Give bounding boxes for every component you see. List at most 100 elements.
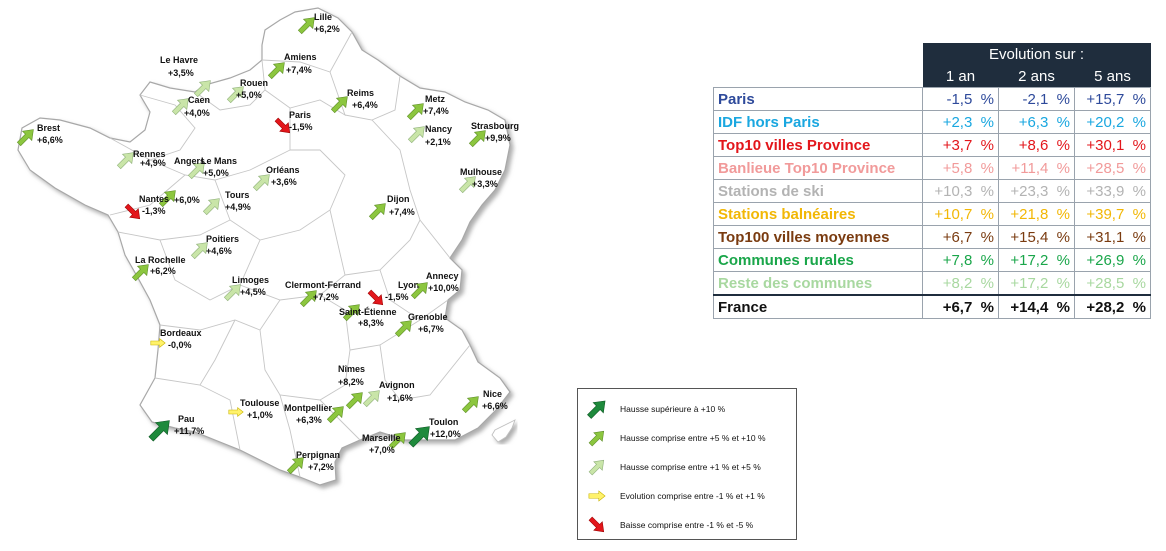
city-name-toulouse: Toulouse	[240, 398, 279, 408]
cell-stations-balneaires-5-ans: +39,7 %	[1074, 202, 1151, 226]
cell-paris-2-ans: -2,1 %	[998, 87, 1075, 111]
city-name-angers: Angers	[174, 156, 205, 166]
cell-communes-rurales-1-an: +7,8 %	[922, 248, 999, 272]
table-row: Paris -1,5 % -2,1 % +15,7 %	[713, 87, 1151, 111]
col-header-2-ans: 2 ans	[998, 65, 1075, 88]
row-label-top100-villes-moyennes: Top100 villes moyennes	[713, 225, 923, 249]
row-label-banlieue-top10-province: Banlieue Top10 Province	[713, 156, 923, 180]
city-name-montpellier: Montpellier	[284, 403, 332, 413]
city-name-bordeaux: Bordeaux	[160, 328, 202, 338]
cell-top100-villes-moyennes-1-an: +6,7 %	[922, 225, 999, 249]
cell-stations-de-ski-5-ans: +33,9 %	[1074, 179, 1151, 203]
city-name-nimes: Nîmes	[338, 364, 365, 374]
row-label-top10-villes-province: Top10 villes Province	[713, 133, 923, 157]
city-name-annecy: Annecy	[426, 271, 459, 281]
city-value-annecy: +10,0%	[428, 283, 459, 293]
col-header-5-ans: 5 ans	[1074, 65, 1151, 88]
city-value-nimes: +8,2%	[338, 377, 364, 387]
city-name-poitiers: Poitiers	[206, 234, 239, 244]
city-value-marseille: +7,0%	[369, 445, 395, 455]
cell-stations-de-ski-1-an: +10,3 %	[922, 179, 999, 203]
header-empty-cell	[714, 43, 923, 65]
city-value-nantes: -1,3%	[142, 206, 166, 216]
city-name-nantes: Nantes	[139, 194, 169, 204]
cell-communes-rurales-5-ans: +26,9 %	[1074, 248, 1151, 272]
city-name-toulon: Toulon	[429, 417, 458, 427]
cell-top100-villes-moyennes-2-ans: +15,4 %	[998, 225, 1075, 249]
city-value-metz: +7,4%	[423, 106, 449, 116]
city-value-nancy: +2,1%	[425, 137, 451, 147]
cell-top10-villes-province-5-ans: +30,1 %	[1074, 133, 1151, 157]
cell-france-5-ans: +28,2 %	[1074, 294, 1151, 319]
city-value-reims: +6,4%	[352, 100, 378, 110]
cell-idf-hors-paris-2-ans: +6,3 %	[998, 110, 1075, 134]
cell-top100-villes-moyennes-5-ans: +31,1 %	[1074, 225, 1151, 249]
city-name-la-rochelle: La Rochelle	[135, 255, 186, 265]
legend-arrow-medium-icon	[588, 430, 605, 447]
city-name-paris: Paris	[289, 110, 311, 120]
city-name-orleans: Orléans	[266, 165, 300, 175]
row-label-reste-des-communes: Reste des communes	[713, 271, 923, 296]
city-value-clermont-ferrand: +7,2%	[313, 292, 339, 302]
table-row-total: France +6,7 % +14,4 % +28,2 %	[713, 294, 1151, 319]
city-name-tours: Tours	[225, 190, 249, 200]
city-name-amiens: Amiens	[284, 52, 317, 62]
city-value-rennes: +4,9%	[140, 158, 166, 168]
col-header-1-an: 1 an	[922, 65, 999, 88]
city-value-avignon: +1,6%	[387, 393, 413, 403]
legend-arrow-strong-icon	[587, 400, 606, 419]
table-row: Communes rurales +7,8 % +17,2 % +26,9 %	[713, 248, 1151, 272]
table-row: Stations balnéaires +10,7 % +21,8 % +39,7 %	[713, 202, 1151, 226]
legend-label: Evolution comprise entre -1 % et +1 %	[620, 491, 765, 501]
cell-communes-rurales-2-ans: +17,2 %	[998, 248, 1075, 272]
city-name-avignon: Avignon	[379, 380, 415, 390]
header-empty-cell	[714, 65, 923, 88]
city-name-le-havre: Le Havre	[160, 55, 198, 65]
city-value-paris: -1,5%	[289, 122, 313, 132]
city-value-orleans: +3,6%	[271, 177, 297, 187]
city-value-le-mans: +5,0%	[203, 168, 229, 178]
city-value-grenoble: +6,7%	[418, 324, 444, 334]
legend-arrow-light-icon	[588, 459, 605, 476]
cell-top10-villes-province-2-ans: +8,6 %	[998, 133, 1075, 157]
table-header-title-row: Evolution sur :	[714, 43, 1151, 65]
city-value-montpellier: +6,3%	[296, 415, 322, 425]
city-name-lille: Lille	[314, 12, 332, 22]
cell-banlieue-top10-province-5-ans: +28,5 %	[1074, 156, 1151, 180]
row-label-stations-de-ski: Stations de ski	[713, 179, 923, 203]
city-name-metz: Metz	[425, 94, 445, 104]
city-name-nice: Nice	[483, 389, 502, 399]
cell-paris-5-ans: +15,7 %	[1074, 87, 1151, 111]
city-name-strasbourg: Strasbourg	[471, 121, 519, 131]
header-title: Evolution sur :	[922, 43, 1151, 65]
cell-top10-villes-province-1-an: +3,7 %	[922, 133, 999, 157]
city-name-lyon: Lyon	[398, 280, 419, 290]
legend-label: Hausse supérieure à +10 %	[620, 404, 726, 414]
cell-reste-des-communes-1-an: +8,2 %	[922, 271, 999, 296]
cell-reste-des-communes-5-ans: +28,5 %	[1074, 271, 1151, 296]
table-row: Top100 villes moyennes +6,7 % +15,4 % +31,1…	[713, 225, 1151, 249]
city-value-le-havre: +3,5%	[168, 68, 194, 78]
table-header-columns-row: 1 an 2 ans 5 ans	[714, 65, 1151, 88]
city-name-dijon: Dijon	[387, 194, 410, 204]
city-name-clermont-ferrand: Clermont-Ferrand	[285, 280, 361, 290]
city-name-saint-etienne: Saint-Étienne	[339, 307, 397, 317]
city-name-nancy: Nancy	[425, 124, 452, 134]
city-value-nice: +6,6%	[482, 401, 508, 411]
cell-idf-hors-paris-5-ans: +20,2 %	[1074, 110, 1151, 134]
table-row: Banlieue Top10 Province +5,8 % +11,4 % +28,…	[713, 156, 1151, 180]
cell-idf-hors-paris-1-an: +2,3 %	[922, 110, 999, 134]
city-name-limoges: Limoges	[232, 275, 269, 285]
table-row: IDF hors Paris +2,3 % +6,3 % +20,2 %	[713, 110, 1151, 134]
city-name-brest: Brest	[37, 123, 60, 133]
city-value-perpignan: +7,2%	[308, 462, 334, 472]
city-name-reims: Reims	[347, 88, 374, 98]
city-name-marseille: Marseille	[362, 433, 401, 443]
legend-item-medium: Hausse comprise entre +5 % et +10 %	[584, 426, 766, 450]
city-name-mulhouse: Mulhouse	[460, 167, 502, 177]
city-name-grenoble: Grenoble	[408, 312, 448, 322]
row-label-communes-rurales: Communes rurales	[713, 248, 923, 272]
evolution-table: Evolution sur : 1 an 2 ans 5 ans Paris -1…	[713, 43, 1151, 319]
city-value-limoges: +4,5%	[240, 287, 266, 297]
city-value-lyon: -1,5%	[385, 292, 409, 302]
